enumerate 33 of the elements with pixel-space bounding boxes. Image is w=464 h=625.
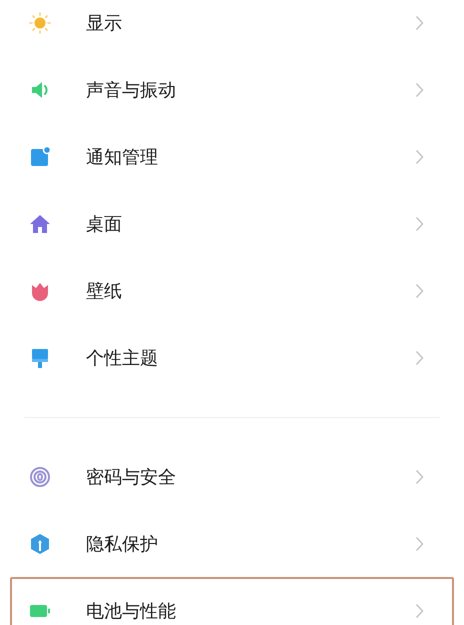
chevron-icon — [415, 216, 424, 232]
item-label: 电池与性能 — [86, 600, 177, 622]
item-label: 桌面 — [86, 212, 123, 236]
settings-item[interactable]: 个性主题 — [10, 324, 454, 391]
settings-item[interactable]: 声音与振动 — [10, 56, 454, 123]
item-label: 个性主题 — [86, 346, 159, 370]
chevron-icon — [415, 282, 424, 298]
item-label: 声音与振动 — [86, 78, 177, 102]
settings-item[interactable]: 桌面 — [10, 190, 454, 257]
settings-item[interactable]: 显示 — [10, 0, 454, 56]
chevron-icon — [415, 350, 424, 366]
house-icon — [29, 212, 51, 234]
item-label: 显示 — [86, 12, 123, 34]
shield-icon — [29, 532, 51, 554]
chevron-icon — [415, 536, 424, 552]
notification-icon — [29, 146, 51, 168]
settings-item[interactable]: 密码与安全 — [10, 443, 454, 510]
settings-item[interactable]: 壁纸 — [10, 257, 454, 324]
chevron-icon — [415, 14, 424, 30]
item-label: 隐私保护 — [86, 532, 159, 556]
item-label: 壁纸 — [86, 280, 123, 302]
chevron-icon — [415, 468, 424, 484]
settings-item[interactable]: 电池与性能 — [10, 577, 454, 625]
chevron-icon — [415, 82, 424, 98]
brush-icon — [29, 346, 51, 368]
fingerprint-icon — [29, 466, 51, 488]
chevron-icon — [415, 602, 424, 618]
item-label: 密码与安全 — [86, 466, 177, 488]
chevron-icon — [415, 148, 424, 164]
settings-item[interactable]: 通知管理 — [10, 123, 454, 190]
settings-item[interactable]: 隐私保护 — [10, 510, 454, 577]
item-label: 通知管理 — [86, 146, 159, 168]
sun-icon — [29, 12, 51, 34]
